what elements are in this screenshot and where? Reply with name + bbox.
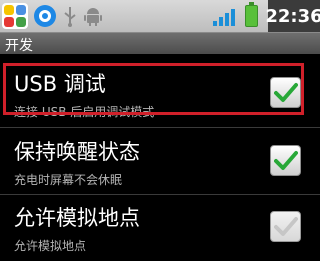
usb-debugging-checkbox[interactable] [270,77,301,108]
divider [0,194,320,195]
title-bar: 开发 [0,32,320,54]
notification-icons [2,2,102,30]
setting-mock-locations[interactable]: 允许模拟地点 允许模拟地点 [0,196,320,260]
clock: 22:36 [265,0,320,32]
android-icon [84,5,102,27]
setting-title: USB 调试 [14,72,106,96]
battery-icon [245,2,258,27]
checkmark-icon [274,151,298,170]
setting-summary: 充电时屏幕不会休眠 [14,173,123,187]
app-grid-icon [2,3,28,29]
setting-stay-awake[interactable]: 保持唤醒状态 充电时屏幕不会休眠 [0,130,320,194]
browser-circle-icon [34,5,56,27]
setting-summary: 允许模拟地点 [14,239,87,253]
setting-title: 保持唤醒状态 [14,140,140,164]
stay-awake-checkbox[interactable] [270,145,301,176]
checkmark-icon [274,217,298,236]
divider [0,127,320,128]
usb-icon [62,5,78,27]
mock-locations-checkbox[interactable] [270,211,301,242]
page-title: 开发 [5,38,33,54]
status-bar: 22:36 [0,0,320,32]
setting-title: 允许模拟地点 [14,206,140,230]
checkmark-icon [274,83,298,102]
setting-summary: 连接 USB 后启用调试模式 [14,105,155,119]
setting-usb-debugging[interactable]: USB 调试 连接 USB 后启用调试模式 [0,62,320,126]
settings-list: USB 调试 连接 USB 后启用调试模式 保持唤醒状态 充电时屏幕不会休眠 允… [0,54,320,261]
signal-icon [213,6,235,26]
